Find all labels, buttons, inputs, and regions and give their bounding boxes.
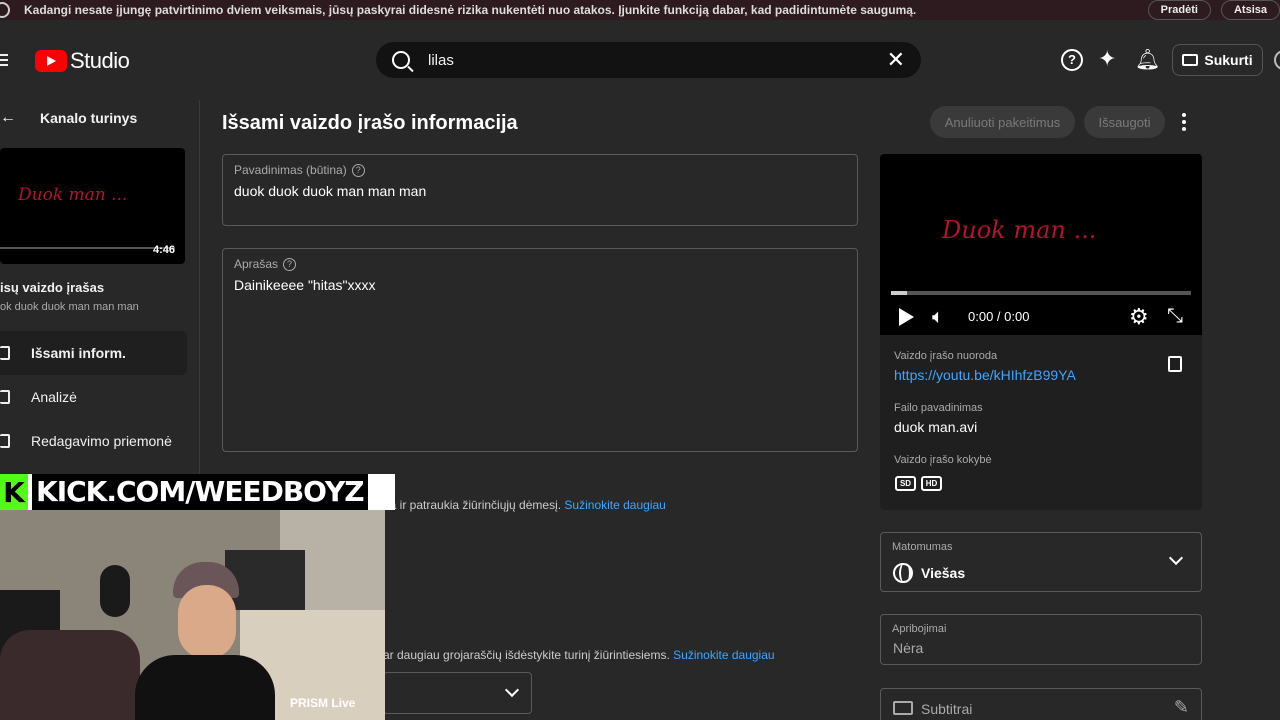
kick-url: KICK.COM/WEEDBOYZ xyxy=(32,474,368,510)
hd-badge-icon: HD xyxy=(921,476,942,491)
sidebar-item-analytics[interactable]: Analizė xyxy=(0,375,187,419)
thumbnail-progress xyxy=(0,247,175,249)
gear-icon[interactable]: ⚙ xyxy=(1129,304,1149,330)
learn-more-link[interactable]: Sužinokite daugiau xyxy=(673,648,774,662)
security-banner: Kadangi nesate įjungę patvirtinimo dviem… xyxy=(0,0,1280,20)
link-label: Vaizdo įrašo nuoroda xyxy=(894,350,998,362)
sidebar-item-details[interactable]: Išsami inform. xyxy=(0,331,187,375)
subtitles-label: Subtitrai xyxy=(921,701,973,717)
search-bar[interactable]: ✕ xyxy=(376,42,921,78)
sidebar-item-label: Išsami inform. xyxy=(31,345,126,361)
your-video-label: isų vaizdo įrašas xyxy=(0,280,105,295)
thumbnail-hint: ria ir patraukia žiūrinčiųjų dėmesį. Suž… xyxy=(383,498,666,512)
title-value[interactable]: duok duok duok man man man xyxy=(234,183,426,199)
description-label-text: Aprašas xyxy=(234,257,279,271)
visibility-value-text: Viešas xyxy=(921,565,966,581)
kick-logo: K xyxy=(0,474,28,510)
video-player[interactable]: Duok man ... 🔈︎ 0:00 / 0:00 ⚙ ⤡ xyxy=(880,154,1202,335)
file-name: duok man.avi xyxy=(894,419,978,435)
page-title: Išsami vaizdo įrašo informacija xyxy=(222,112,518,134)
thumbnail-title: Duok man ... xyxy=(18,185,128,205)
clear-search-icon[interactable]: ✕ xyxy=(887,49,905,71)
file-label: Failo pavadinimas xyxy=(894,402,983,414)
description-field-label: Aprašas ? xyxy=(234,257,297,271)
microphone xyxy=(100,565,130,617)
playlist-dropdown[interactable] xyxy=(383,672,532,714)
top-header: Studio ✕ ? ✦ 🔔︎ Sukurti xyxy=(0,20,1280,100)
visibility-dropdown[interactable]: Matomumas Viešas xyxy=(880,532,1202,592)
video-preview-panel: Duok man ... 🔈︎ 0:00 / 0:00 ⚙ ⤡ Vaizdo į… xyxy=(880,154,1202,510)
video-link[interactable]: https://youtu.be/kHIhfzB99YA xyxy=(894,367,1076,383)
kick-overlay: K KICK.COM/WEEDBOYZ xyxy=(0,474,395,510)
help-icon[interactable]: ? xyxy=(283,257,297,271)
visibility-value: Viešas xyxy=(893,563,965,583)
quality-label: Vaizdo įrašo kokybė xyxy=(894,454,992,466)
restrictions-box[interactable]: Apribojimai Nėra xyxy=(880,614,1202,665)
pencil-icon xyxy=(0,346,10,360)
description-value[interactable]: Dainikeeee "hitas"xxxx xyxy=(234,277,375,293)
thumbnail-hint-text: ria ir patraukia žiūrinčiųjų dėmesį. xyxy=(383,498,562,512)
copy-icon[interactable] xyxy=(1168,356,1182,372)
undo-changes-button[interactable]: Anuliuoti pakeitimus xyxy=(930,106,1075,138)
sidebar-item-label: Analizė xyxy=(31,389,77,405)
webcam-overlay: PRISM Live xyxy=(0,510,385,720)
camera-plus-icon xyxy=(1182,54,1199,66)
pencil-icon[interactable]: ✎ xyxy=(1174,697,1189,718)
search-icon[interactable] xyxy=(392,51,410,69)
create-label: Sukurti xyxy=(1204,52,1253,68)
chevron-down-icon xyxy=(1168,550,1184,566)
video-subtitle: ok duok duok man man man xyxy=(0,301,139,313)
playlist-hint: ar daugiau grojaraščių išdėstykite turin… xyxy=(383,648,775,662)
banner-text: Kadangi nesate įjungę patvirtinimo dviem… xyxy=(24,3,917,17)
studio-logo[interactable]: Studio xyxy=(35,48,130,74)
avatar[interactable] xyxy=(1274,50,1280,70)
logo-text: Studio xyxy=(70,48,130,73)
sidebar-item-label: Redagavimo priemonė xyxy=(31,433,172,449)
more-options-icon[interactable] xyxy=(1182,113,1186,134)
learn-more-link[interactable]: Sužinokite daugiau xyxy=(564,498,665,512)
volume-icon[interactable]: 🔈︎ xyxy=(932,306,944,329)
sd-badge-icon: SD xyxy=(895,476,916,491)
restrictions-label: Apribojimai xyxy=(892,623,947,635)
bell-icon[interactable]: 🔔︎ xyxy=(1135,47,1160,72)
video-thumbnail[interactable]: Duok man ... 4:46 xyxy=(0,148,185,264)
banner-dismiss-button[interactable]: Atsisa xyxy=(1220,0,1280,20)
sidebar-item-editor[interactable]: Redagavimo priemonė xyxy=(0,419,187,463)
subtitles-icon xyxy=(893,701,913,715)
visibility-label: Matomumas xyxy=(892,541,953,553)
player-time: 0:00 / 0:00 xyxy=(968,309,1030,324)
menu-icon[interactable] xyxy=(0,54,8,66)
player-title: Duok man ... xyxy=(942,216,1097,244)
player-progress[interactable] xyxy=(891,291,1191,295)
save-button[interactable]: Išsaugoti xyxy=(1084,106,1165,138)
youtube-logo-icon xyxy=(35,50,67,72)
play-icon[interactable] xyxy=(899,308,914,326)
search-input[interactable] xyxy=(428,51,887,69)
create-button[interactable]: Sukurti xyxy=(1172,44,1263,76)
analytics-icon xyxy=(0,390,10,404)
title-label-text: Pavadinimas (būtina) xyxy=(234,163,347,177)
back-arrow-icon: ← xyxy=(0,109,16,126)
title-field-label: Pavadinimas (būtina) ? xyxy=(234,163,365,177)
sparkle-icon[interactable]: ✦ xyxy=(1098,46,1116,72)
back-label: Kanalo turinys xyxy=(40,110,138,126)
info-icon xyxy=(0,2,10,18)
editor-icon xyxy=(0,434,10,448)
playlist-hint-text: ar daugiau grojaraščių išdėstykite turin… xyxy=(383,648,670,662)
prism-live-label: PRISM Live xyxy=(290,696,356,710)
help-icon[interactable]: ? xyxy=(1061,49,1083,71)
globe-icon xyxy=(893,563,913,583)
fullscreen-icon[interactable]: ⤡ xyxy=(1167,305,1183,328)
thumbnail-duration: 4:46 xyxy=(152,244,175,256)
subtitles-box[interactable]: Subtitrai ✎ xyxy=(880,688,1202,720)
title-field[interactable]: Pavadinimas (būtina) ? duok duok duok ma… xyxy=(222,154,858,226)
help-icon[interactable]: ? xyxy=(351,163,365,177)
chevron-down-icon xyxy=(504,682,520,698)
restrictions-value: Nėra xyxy=(893,640,924,656)
description-field[interactable]: Aprašas ? Dainikeeee "hitas"xxxx xyxy=(222,248,858,452)
banner-start-button[interactable]: Pradėti xyxy=(1147,0,1211,20)
back-to-content[interactable]: ← Kanalo turinys xyxy=(0,108,137,128)
